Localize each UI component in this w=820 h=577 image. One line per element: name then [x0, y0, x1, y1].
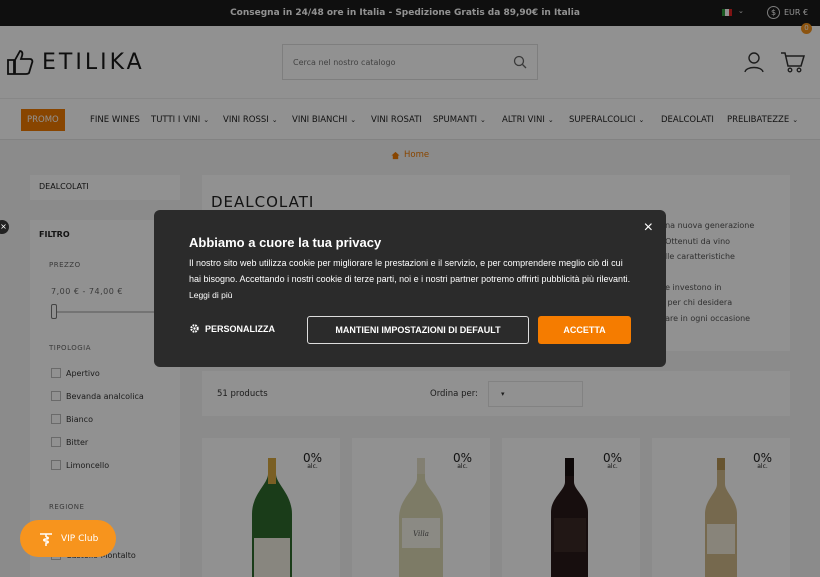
- cookie-text: Il nostro sito web utilizza cookie per m…: [189, 255, 637, 303]
- vip-club-label: VIP Club: [61, 533, 99, 544]
- keep-default-settings-button[interactable]: MANTIENI IMPOSTAZIONI DI DEFAULT: [307, 316, 529, 344]
- read-more-link[interactable]: Leggi di più: [189, 290, 232, 300]
- personalize-label: PERSONALIZZA: [205, 323, 276, 334]
- cookie-title: Abbiamo a cuore la tua privacy: [189, 235, 382, 250]
- gear-icon: [190, 324, 199, 333]
- personalize-button[interactable]: PERSONALIZZA: [189, 323, 275, 334]
- cookie-body: Il nostro sito web utilizza cookie per m…: [189, 258, 631, 284]
- accept-button[interactable]: ACCETTA: [538, 316, 631, 344]
- cookie-consent-dialog: × Abbiamo a cuore la tua privacy Il nost…: [154, 210, 666, 367]
- close-icon[interactable]: ×: [644, 219, 653, 237]
- corkscrew-icon: [40, 532, 52, 546]
- vip-club-button[interactable]: VIP Club: [20, 520, 116, 557]
